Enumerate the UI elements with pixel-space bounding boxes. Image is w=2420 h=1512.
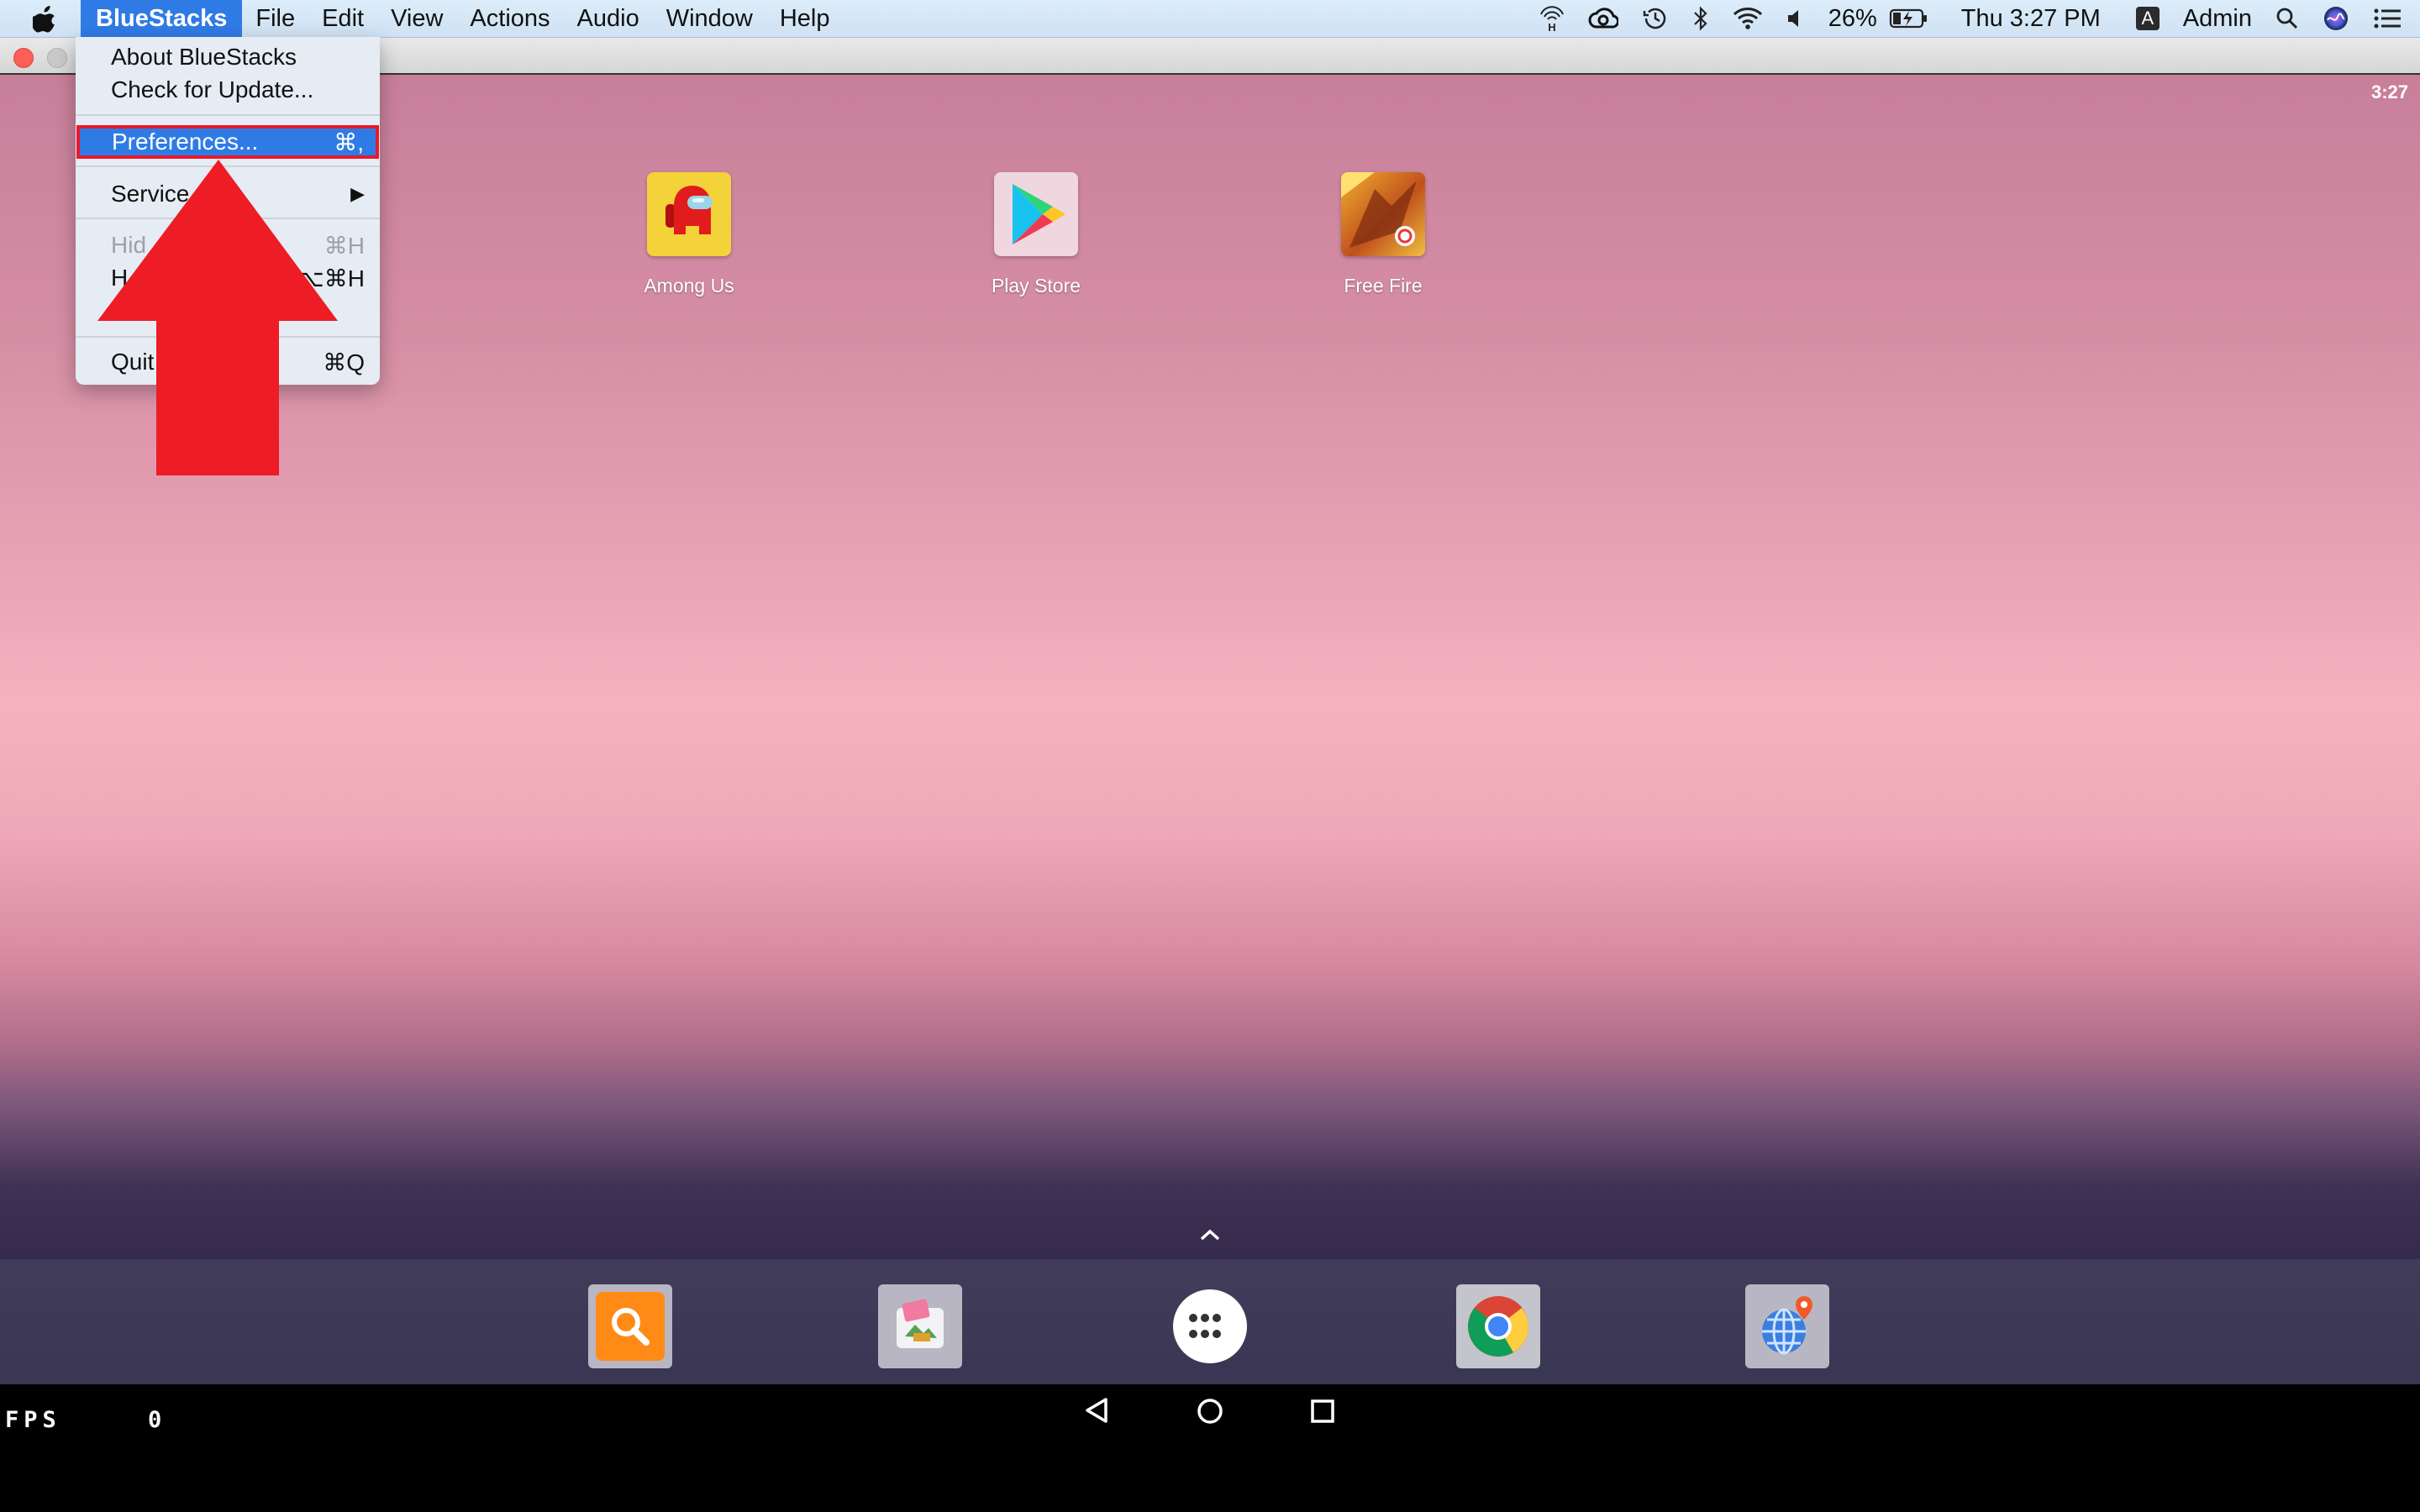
menu-help[interactable]: Help: [766, 0, 844, 37]
menubar-clock[interactable]: Thu 3:27 PM: [1941, 0, 2124, 37]
search-icon[interactable]: [588, 1284, 672, 1368]
chrome-icon[interactable]: [1456, 1284, 1540, 1368]
app-label: Free Fire: [1344, 275, 1423, 297]
creative-cloud-icon[interactable]: [1576, 0, 1630, 37]
siri-icon[interactable]: [2311, 0, 2361, 37]
menu-file[interactable]: File: [242, 0, 308, 37]
app-label: Among Us: [644, 275, 734, 297]
menu-item-label: About BlueStacks: [111, 44, 297, 70]
app-free-fire[interactable]: Free Fire: [1291, 172, 1476, 297]
fps-label: FPS: [5, 1407, 61, 1433]
android-status-clock: 3:27: [2370, 81, 2408, 102]
menu-view[interactable]: View: [377, 0, 456, 37]
app-play-store[interactable]: Play Store: [944, 172, 1128, 297]
chevron-right-icon: ▶: [350, 183, 365, 204]
minimize-window-button[interactable]: [47, 48, 67, 68]
app-drawer-icon[interactable]: [1173, 1289, 1247, 1363]
menu-separator: [76, 114, 380, 116]
back-icon[interactable]: [1082, 1396, 1111, 1429]
time-machine-icon[interactable]: [1630, 0, 1681, 37]
app-label: Play Store: [991, 275, 1081, 297]
menu-bluestacks[interactable]: BlueStacks: [81, 0, 243, 37]
mac-menu-bar: BlueStacks File Edit View Actions Audio …: [0, 0, 2420, 38]
bluetooth-icon[interactable]: [1681, 0, 1721, 37]
among-us-icon: [647, 172, 731, 256]
input-source-label: A: [2135, 7, 2160, 30]
app-among-us[interactable]: Among Us: [597, 172, 781, 297]
gallery-icon[interactable]: [878, 1284, 962, 1368]
recents-icon[interactable]: [1309, 1398, 1336, 1429]
fps-value: 0: [148, 1407, 162, 1433]
chevron-up-icon[interactable]: [1195, 1226, 1225, 1248]
menu-edit[interactable]: Edit: [308, 0, 377, 37]
spotlight-search-icon[interactable]: [2264, 0, 2311, 37]
menu-window[interactable]: Window: [653, 0, 766, 37]
annotation-up-arrow: [92, 160, 345, 483]
airplay-hotspot-icon[interactable]: H: [1528, 0, 1576, 37]
user-menu[interactable]: Admin: [2171, 0, 2264, 37]
close-window-button[interactable]: [13, 48, 34, 68]
home-icon[interactable]: [1195, 1396, 1225, 1431]
menu-item-label: Preferences...: [112, 129, 259, 155]
menu-item-shortcut: ⌘,: [334, 129, 364, 155]
notification-center-icon[interactable]: [2361, 0, 2420, 37]
battery-charging-icon[interactable]: [1889, 0, 1941, 37]
menu-item-label: Check for Update...: [111, 76, 314, 102]
volume-icon[interactable]: [1775, 0, 1817, 37]
menu-item-about[interactable]: About BlueStacks: [76, 41, 380, 73]
battery-percent[interactable]: 26%: [1817, 0, 1889, 37]
menu-item-check-update[interactable]: Check for Update...: [76, 74, 380, 106]
menu-actions[interactable]: Actions: [456, 0, 563, 37]
maps-icon[interactable]: [1745, 1284, 1829, 1368]
menu-item-preferences[interactable]: Preferences... ⌘,: [76, 125, 379, 159]
svg-text:H: H: [1548, 21, 1555, 32]
apple-menu-icon[interactable]: [20, 0, 71, 37]
menu-audio[interactable]: Audio: [564, 0, 653, 37]
wifi-icon[interactable]: [1721, 0, 1775, 37]
android-nav-bar: FPS 0: [0, 1384, 2420, 1512]
play-store-icon: [994, 172, 1078, 256]
free-fire-icon: [1341, 172, 1425, 256]
input-source-icon[interactable]: A: [2124, 0, 2171, 37]
